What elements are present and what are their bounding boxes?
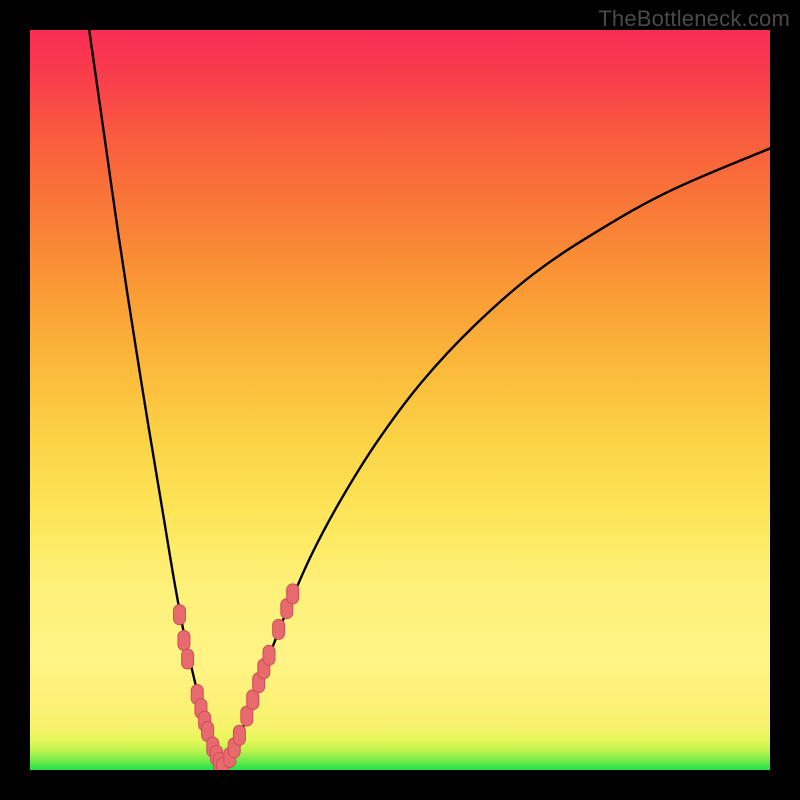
markers-right [224, 584, 299, 768]
curve-marker [173, 605, 185, 625]
attribution-text: TheBottleneck.com [598, 6, 790, 32]
markers-left [173, 605, 228, 770]
curve-marker [182, 649, 194, 669]
curve-marker [233, 725, 245, 745]
curve-right-branch [222, 148, 770, 770]
curve-marker [273, 619, 285, 639]
curve-marker [287, 584, 299, 604]
curve-marker [263, 645, 275, 665]
curve-layer [30, 30, 770, 770]
curve-left-branch [89, 30, 222, 770]
curve-marker [178, 631, 190, 651]
chart-frame: TheBottleneck.com [0, 0, 800, 800]
plot-area [30, 30, 770, 770]
